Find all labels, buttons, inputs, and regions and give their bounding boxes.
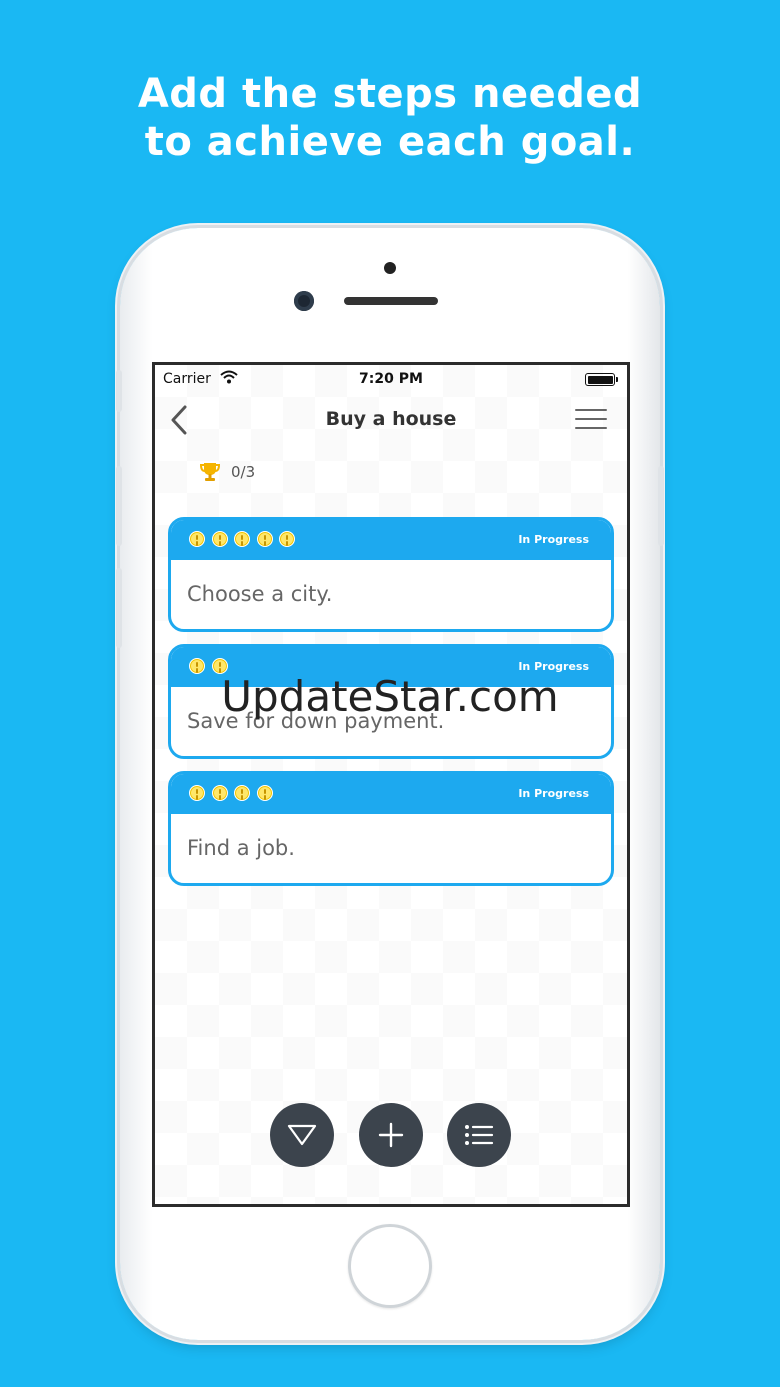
proximity-sensor <box>384 262 396 274</box>
step-card[interactable]: In Progress Choose a city. <box>168 517 614 632</box>
priority-indicator <box>189 531 302 547</box>
priority-icon <box>234 785 250 801</box>
step-text: Find a job. <box>187 836 295 860</box>
priority-icon <box>256 785 273 801</box>
page-title: Buy a house <box>325 408 457 430</box>
watermark: UpdateStar.com <box>221 672 559 721</box>
progress-count: 0/3 <box>231 463 256 481</box>
priority-indicator <box>189 785 279 801</box>
earpiece-speaker <box>344 297 438 305</box>
priority-icon <box>256 531 273 547</box>
app-screen: Carrier 7:20 PM Buy a house 0/3 In Progr… <box>152 362 630 1207</box>
status-badge: In Progress <box>518 787 589 800</box>
priority-icon <box>189 785 205 801</box>
plus-icon <box>378 1122 404 1148</box>
headline-line-1: Add the steps needed <box>137 71 643 117</box>
priority-icon <box>211 531 228 547</box>
home-button[interactable] <box>348 1224 432 1308</box>
step-text: Choose a city. <box>187 582 333 606</box>
volume-down-button <box>116 568 122 648</box>
power-button <box>658 466 664 546</box>
step-card-header: In Progress <box>171 520 611 560</box>
list-icon <box>465 1125 494 1145</box>
priority-icon <box>189 531 205 547</box>
battery-icon <box>585 373 618 386</box>
headline-line-2: to achieve each goal. <box>144 119 636 165</box>
marketing-headline: Add the steps needed to achieve each goa… <box>0 70 780 166</box>
filter-icon <box>287 1124 317 1146</box>
add-step-button[interactable] <box>359 1103 423 1167</box>
priority-icon <box>279 531 295 547</box>
step-card[interactable]: In Progress Find a job. <box>168 771 614 886</box>
status-badge: In Progress <box>518 533 589 546</box>
list-view-button[interactable] <box>447 1103 511 1167</box>
priority-icon <box>234 531 250 547</box>
clock: 7:20 PM <box>359 371 423 387</box>
status-bar: Carrier 7:20 PM <box>155 365 627 393</box>
navigation-bar: Buy a house <box>155 397 627 443</box>
trophy-icon <box>199 463 221 481</box>
volume-up-button <box>116 466 122 546</box>
goal-progress: 0/3 <box>199 460 255 484</box>
menu-icon[interactable] <box>575 409 607 431</box>
filter-button[interactable] <box>270 1103 334 1167</box>
step-card-header: In Progress <box>171 774 611 814</box>
front-camera <box>294 291 314 311</box>
mute-switch <box>116 370 122 412</box>
priority-icon <box>211 785 228 801</box>
